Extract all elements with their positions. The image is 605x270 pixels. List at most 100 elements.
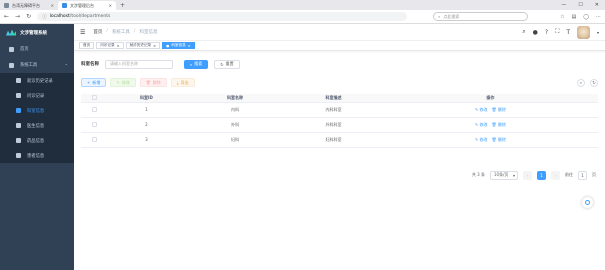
browser-search-placeholder: 点此搜索 bbox=[443, 13, 460, 19]
window-controls: — ☐ ✕ bbox=[555, 0, 605, 10]
column-header: 科室名称 bbox=[185, 94, 285, 103]
sidebar-item-visit-history[interactable]: 就诊历史记录 bbox=[0, 73, 74, 88]
row-edit-link[interactable]: ✎ 修改 bbox=[475, 137, 488, 142]
tag-item-active[interactable]: ● 科室信息 × bbox=[162, 42, 195, 49]
close-tab-icon[interactable]: ✕ bbox=[109, 3, 112, 8]
tag-item[interactable]: 首页 bbox=[79, 42, 95, 49]
reset-button[interactable]: ↻ 重置 bbox=[214, 59, 240, 69]
name-cell: 妇科 bbox=[185, 132, 285, 148]
new-tab-icon[interactable]: + bbox=[120, 2, 125, 9]
drug-icon bbox=[16, 138, 21, 143]
desc-cell: 外科科室 bbox=[284, 117, 383, 133]
search-toggle-icon[interactable]: ⌕ bbox=[577, 78, 585, 87]
row-edit-link[interactable]: ✎ 修改 bbox=[475, 122, 488, 127]
plus-icon: + bbox=[87, 80, 91, 85]
row-checkbox[interactable] bbox=[91, 121, 97, 127]
tag-item[interactable]: 问诊记录 × bbox=[96, 42, 124, 49]
sidebar-item-doctors[interactable]: 医生信息 bbox=[0, 118, 74, 133]
search-form: 科室名称 请输入科室名称 ⌕ 搜索 ↻ 重置 bbox=[81, 59, 598, 69]
tag-item[interactable]: 就诊历史记录 × bbox=[125, 42, 161, 49]
download-icon: ⤓ bbox=[176, 80, 179, 85]
browser-tab-1[interactable]: 台湾无障碍平台 ✕ bbox=[0, 1, 58, 10]
back-icon[interactable]: ← bbox=[4, 13, 9, 20]
window-close-icon[interactable]: ✕ bbox=[595, 2, 599, 8]
sidebar-submenu: 就诊历史记录 问诊记录 科室信息 医生信息 药品信息 患者信息 bbox=[0, 73, 74, 163]
row-delete-link[interactable]: 🗑 删除 bbox=[491, 122, 505, 127]
reload-icon[interactable]: ↻ bbox=[26, 13, 31, 20]
sidebar-item-home[interactable]: 首页 bbox=[0, 41, 74, 57]
sidebar-item-consultations[interactable]: 问诊记录 bbox=[0, 88, 74, 103]
close-icon[interactable]: × bbox=[117, 44, 120, 48]
close-icon[interactable]: × bbox=[153, 44, 156, 48]
chevron-down-icon[interactable]: ▾ bbox=[597, 30, 599, 35]
font-size-icon[interactable]: T bbox=[566, 29, 570, 36]
url-host: localhost bbox=[49, 14, 70, 19]
browser-search-input[interactable]: ⌕ 点此搜索 bbox=[433, 12, 529, 21]
edit-button[interactable]: ✎ 修改 bbox=[110, 78, 136, 87]
sidebar-item-system-tools[interactable]: 系统工具 ⌃ bbox=[0, 57, 74, 73]
prev-page-button[interactable]: ‹ bbox=[523, 170, 532, 180]
close-tab-icon[interactable]: ✕ bbox=[51, 3, 54, 8]
navbar: ☰ 首页 / 系统工具 / 科室信息 ⌕ ● ? ⛶ T ▾ bbox=[74, 24, 605, 41]
name-cell: 内科 bbox=[185, 102, 285, 118]
row-checkbox[interactable] bbox=[91, 136, 97, 142]
maximize-icon[interactable]: ☐ bbox=[578, 2, 582, 8]
breadcrumb-item: 系统工具 bbox=[111, 30, 130, 35]
table-header-row: 科室ID 科室名称 科室描述 操作 bbox=[81, 94, 598, 103]
breadcrumb-item: 科室信息 bbox=[139, 30, 158, 35]
favorites-icon[interactable]: ☆ bbox=[560, 14, 564, 20]
row-edit-link[interactable]: ✎ 修改 bbox=[475, 107, 488, 112]
add-button-label: 新增 bbox=[92, 79, 101, 85]
input-placeholder: 请输入科室名称 bbox=[110, 61, 138, 66]
browser-tab-2[interactable]: 文涉管理后台 ✕ bbox=[58, 1, 116, 10]
search-button[interactable]: ⌕ 搜索 bbox=[184, 59, 209, 69]
table-row: 2 外科 外科科室 ✎ 修改 🗑 删除 bbox=[81, 117, 598, 133]
sidebar-item-label: 药品信息 bbox=[27, 138, 45, 144]
floating-assistant-button[interactable] bbox=[582, 197, 593, 208]
tag-label: 科室信息 bbox=[171, 43, 186, 47]
collections-icon[interactable]: ▤ bbox=[572, 14, 577, 20]
row-checkbox[interactable] bbox=[91, 106, 97, 112]
avatar[interactable] bbox=[576, 25, 590, 39]
dot-icon: ● bbox=[166, 43, 170, 48]
trash-icon: 🗑 bbox=[145, 80, 151, 85]
forward-icon[interactable]: → bbox=[15, 13, 20, 20]
profile-icon[interactable]: ◯ bbox=[583, 14, 589, 20]
table-row: 1 内科 内科科室 ✎ 修改 🗑 删除 bbox=[81, 102, 598, 118]
chevron-up-icon: ⌃ bbox=[64, 62, 68, 68]
search-icon[interactable]: ⌕ bbox=[522, 28, 525, 36]
sidebar-item-drugs[interactable]: 药品信息 bbox=[0, 133, 74, 148]
search-button-label: 搜索 bbox=[194, 61, 203, 66]
page-number-button[interactable]: 1 bbox=[537, 170, 546, 180]
breadcrumb: 首页 / 系统工具 / 科室信息 bbox=[93, 29, 157, 35]
help-icon[interactable]: ? bbox=[545, 29, 548, 36]
next-page-button[interactable]: › bbox=[551, 170, 560, 180]
checkbox-cell bbox=[81, 117, 107, 133]
hamburger-icon[interactable]: ☰ bbox=[80, 29, 85, 36]
delete-button[interactable]: 🗑 删除 bbox=[139, 78, 167, 87]
breadcrumb-item[interactable]: 首页 bbox=[93, 29, 102, 35]
sidebar-logo[interactable]: 文涉管理系统 bbox=[0, 24, 74, 41]
table-row: 3 妇科 妇科科室 ✎ 修改 🗑 删除 bbox=[81, 132, 598, 148]
select-all-checkbox[interactable] bbox=[91, 94, 97, 100]
goto-page-input[interactable]: 1 bbox=[578, 170, 587, 180]
export-button[interactable]: ⤓ 导出 bbox=[170, 78, 195, 87]
address-bar: ← → ↻ ⓘ localhost/tool/departments ⌕ 点此搜… bbox=[0, 10, 605, 24]
id-cell: 2 bbox=[107, 117, 186, 133]
sidebar-item-patients[interactable]: 患者信息 bbox=[0, 148, 74, 163]
refresh-icon[interactable]: ↻ bbox=[590, 78, 598, 87]
fullscreen-icon[interactable]: ⛶ bbox=[555, 28, 559, 36]
more-icon[interactable]: ⋯ bbox=[596, 14, 601, 20]
url-field[interactable]: ⓘ localhost/tool/departments bbox=[37, 12, 408, 21]
row-delete-link[interactable]: 🗑 删除 bbox=[491, 137, 505, 142]
department-name-input[interactable]: 请输入科室名称 bbox=[105, 59, 173, 69]
minimize-icon[interactable]: — bbox=[561, 2, 566, 8]
github-icon[interactable]: ● bbox=[533, 29, 538, 36]
close-icon[interactable]: × bbox=[188, 44, 191, 48]
id-cell: 1 bbox=[107, 102, 186, 118]
row-delete-link[interactable]: 🗑 删除 bbox=[491, 107, 505, 112]
sidebar-item-label: 医生信息 bbox=[27, 123, 45, 129]
page-size-select[interactable]: 10条/页 ▾ bbox=[490, 170, 518, 180]
add-button[interactable]: + 新增 bbox=[81, 78, 107, 87]
sidebar-item-departments[interactable]: 科室信息 bbox=[0, 103, 74, 118]
